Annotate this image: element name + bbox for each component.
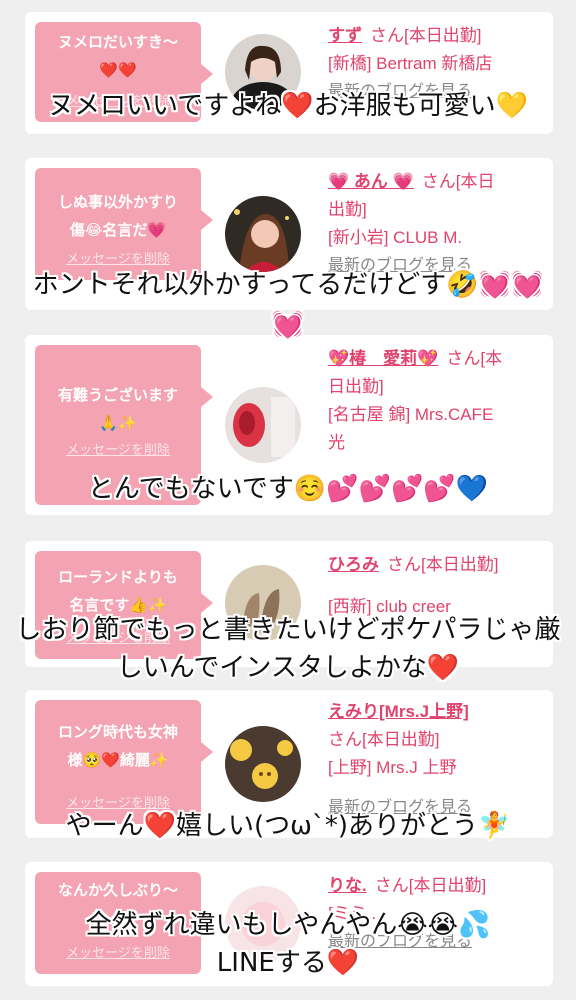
attendance-status: さん[本日: [421, 172, 495, 191]
cast-name-link[interactable]: 💗 あん 💗: [328, 172, 414, 191]
avatar[interactable]: [225, 196, 301, 272]
message-text: ヌメロだいすき〜: [57, 33, 178, 51]
avatar[interactable]: [225, 726, 301, 802]
shop-area: [新橋] Bertram 新橋店: [328, 54, 493, 73]
shop-area: [新小岩] CLUB M.: [328, 228, 463, 247]
overlay-comment: しおり節でもっと書きたいけどポケパラじゃ厳しいんでインスタしよかな❤️: [15, 615, 561, 683]
overlay-comment: 全然ずれ違いもしやんやん😭😭💦LINEする❤️: [85, 910, 491, 978]
shop-area: [上野] Mrs.J 上野: [328, 758, 457, 777]
message-bubble: ロング時代も女神 様🥺❤️綺麗✨ メッセージを削除: [35, 700, 213, 824]
message-text: しぬ事以外かすり: [57, 193, 178, 211]
message-text: 傷😂名言だ💗: [69, 221, 167, 239]
attendance-status-cont: 日出勤]: [328, 377, 384, 396]
message-text: 有難うございます: [57, 386, 178, 404]
delete-message-link[interactable]: メッセージを削除: [35, 437, 201, 465]
cast-name-link[interactable]: えみり[Mrs.J上野]: [328, 702, 469, 721]
cast-info: 💖椿 愛莉💖 さん[本 日出勤] [名古屋 錦] Mrs.CAFE 光: [328, 345, 544, 457]
attendance-status: さん[本日出勤]: [374, 876, 487, 895]
attendance-status: さん[本日出勤]: [370, 26, 482, 45]
avatar[interactable]: [225, 387, 301, 463]
cast-info: えみり[Mrs.J上野] さん[本日出勤] [上野] Mrs.J 上野 最新のブ…: [328, 698, 544, 822]
cast-name-link[interactable]: ひろみ: [328, 555, 379, 574]
overlay-comment: やーん❤️嬉しい(つω`*)ありがとう🧚: [65, 811, 511, 841]
message-text: 🙏✨: [99, 414, 137, 432]
cast-name-link[interactable]: りな.: [328, 876, 367, 895]
attendance-status-cont: 出勤]: [328, 200, 367, 219]
message-text: ローランドよりも: [58, 568, 178, 586]
overlay-comment: とんでもないです☺️💕💕💕💕💙: [87, 474, 489, 504]
cast-name-link[interactable]: 💖椿 愛莉💖: [328, 349, 438, 368]
attendance-status: さん[本日出勤]: [387, 555, 499, 574]
attendance-status: さん[本: [446, 349, 503, 368]
cast-info: 💗 あん 💗 さん[本日 出勤] [新小岩] CLUB M. 最新のブログを見る: [328, 168, 544, 280]
shop-area: 光: [328, 433, 345, 452]
cast-name-link[interactable]: すず: [328, 26, 362, 45]
message-text: なんか久しぶり〜: [57, 881, 178, 899]
overlay-comment: ホントそれ以外かすってるだけどす🤣💓💓💓: [32, 270, 544, 340]
message-text: ❤️❤️: [99, 61, 137, 79]
message-text: ロング時代も女神: [57, 723, 178, 741]
overlay-comment: ヌメロいいですよね❤️お洋服も可愛い💛: [48, 91, 528, 121]
message-text: 様🥺❤️綺麗✨: [67, 751, 169, 769]
shop-area: [名古屋 錦] Mrs.CAFE: [328, 405, 494, 424]
message-bubble: しぬ事以外かすり 傷😂名言だ💗 メッセージを削除: [35, 168, 213, 280]
attendance-status: さん[本日出勤]: [328, 730, 440, 749]
